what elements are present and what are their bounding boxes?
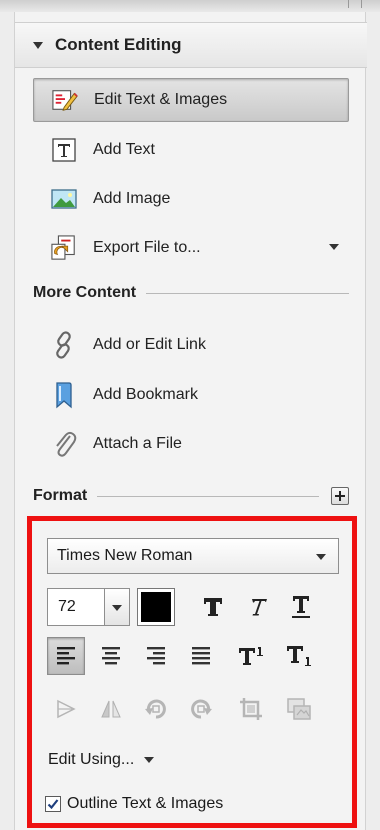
flip-triangle-icon [57, 699, 76, 719]
edit-text-images-button[interactable]: Edit Text & Images [33, 78, 349, 122]
underline-button[interactable] [282, 588, 320, 626]
align-right-icon [147, 647, 165, 665]
align-left-button[interactable] [47, 637, 85, 675]
tool-label: Attach a File [93, 435, 182, 452]
link-icon [51, 331, 77, 359]
tool-label: Edit Text & Images [94, 91, 228, 108]
font-family-value: Times New Roman [57, 547, 193, 564]
font-family-select[interactable]: Times New Roman [47, 538, 339, 574]
rotate-counterclockwise-icon [145, 699, 166, 719]
top-strip [0, 0, 380, 12]
edit-text-images-icon [52, 87, 78, 113]
text-color-swatch[interactable] [137, 588, 175, 626]
align-center-button[interactable] [92, 637, 130, 675]
mirror-triangles-icon [101, 700, 121, 718]
content-editing-header[interactable]: Content Editing [15, 22, 367, 68]
expand-plus-icon[interactable] [331, 487, 349, 505]
chevron-down-icon [316, 554, 326, 560]
tool-label: Export File to... [93, 239, 201, 256]
superscript-icon [239, 647, 263, 665]
font-size-value: 72 [58, 598, 76, 615]
add-bookmark-button[interactable]: Add Bookmark [33, 373, 349, 417]
section-title: Content Editing [55, 35, 182, 54]
justify-icon [192, 647, 210, 665]
justify-button[interactable] [182, 637, 220, 675]
rotate-cw-button[interactable] [182, 690, 220, 728]
more-content-title: More Content [33, 284, 137, 301]
divider [146, 292, 349, 294]
add-text-button[interactable]: Add Text [33, 128, 349, 172]
align-right-button[interactable] [137, 637, 175, 675]
chevron-down-icon [112, 605, 122, 611]
add-edit-link-button[interactable]: Add or Edit Link [33, 323, 349, 367]
crop-icon [240, 698, 262, 720]
chevron-down-icon [144, 757, 155, 763]
rotate-ccw-button[interactable] [137, 690, 175, 728]
add-text-icon [51, 137, 77, 163]
tools-panel: Content Editing Edit Text & Images Add T… [14, 12, 367, 830]
right-edge [366, 0, 380, 830]
format-title: Format [33, 487, 88, 504]
flip-vertical-object-button[interactable] [92, 690, 130, 728]
add-image-icon [51, 186, 77, 212]
outline-checkbox[interactable] [45, 796, 61, 812]
italic-icon [252, 599, 267, 616]
flip-horizontal-object-button[interactable] [47, 690, 85, 728]
tool-label: Add or Edit Link [93, 336, 206, 353]
italic-button[interactable] [238, 588, 276, 626]
edit-using-dropdown[interactable]: Edit Using... [48, 745, 155, 775]
align-left-icon [57, 647, 75, 665]
tool-label: Add Image [93, 190, 171, 207]
collapse-caret-icon[interactable] [33, 41, 43, 49]
edit-using-label: Edit Using... [48, 751, 135, 768]
bold-button[interactable] [194, 588, 232, 626]
crop-image-button[interactable] [232, 690, 270, 728]
outline-label: Outline Text & Images [67, 795, 224, 812]
subscript-button[interactable] [280, 637, 318, 675]
bookmark-icon [51, 382, 77, 409]
checkmark-icon [47, 799, 59, 810]
replace-image-button[interactable] [280, 690, 318, 728]
bold-icon [204, 598, 222, 616]
export-file-icon [51, 235, 77, 261]
underline-icon [292, 596, 310, 618]
font-size-input[interactable]: 72 [47, 588, 105, 626]
attach-file-button[interactable]: Attach a File [33, 422, 349, 466]
outline-text-images-option[interactable]: Outline Text & Images [45, 791, 223, 817]
subscript-icon [287, 646, 311, 666]
font-size-dropdown[interactable] [104, 588, 130, 626]
format-header: Format [33, 485, 349, 507]
format-highlight-box: Times New Roman 72 Edit Using... Outline… [27, 516, 357, 828]
rotate-clockwise-icon [191, 699, 212, 719]
export-dropdown-icon[interactable] [329, 244, 339, 250]
more-content-header: More Content [33, 282, 349, 304]
add-image-button[interactable]: Add Image [33, 177, 349, 221]
left-edge [0, 0, 14, 830]
text-color-fill [141, 592, 171, 622]
align-center-icon [102, 647, 120, 665]
tool-label: Add Bookmark [93, 386, 198, 403]
replace-image-icon [287, 698, 311, 720]
superscript-button[interactable] [232, 637, 270, 675]
tool-label: Add Text [93, 141, 155, 158]
export-file-button[interactable]: Export File to... [33, 226, 349, 270]
divider [97, 495, 319, 497]
paperclip-icon [51, 431, 77, 457]
